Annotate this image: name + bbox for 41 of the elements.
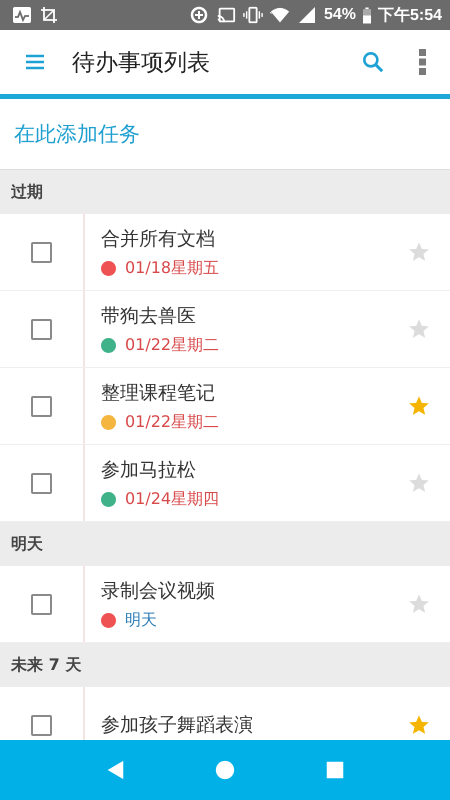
home-icon[interactable] [214,759,236,781]
data-saver-icon [188,5,209,25]
task-title: 带狗去兽医 [101,304,197,328]
star-icon[interactable] [408,318,430,340]
task-title: 合并所有文档 [101,226,216,252]
section-header: 明天 [0,522,450,566]
star-icon[interactable] [408,395,430,417]
star-icon[interactable] [408,714,430,736]
checkbox[interactable] [31,396,52,416]
checkbox[interactable] [31,714,52,736]
task-title: 整理课程笔记 [101,380,216,406]
checkbox[interactable] [31,472,52,494]
checkbox[interactable] [31,318,52,340]
section-header: 未来 7 天 [0,643,450,687]
activity-icon [12,5,32,25]
task-title: 参加马拉松 [101,458,197,482]
vibrate-icon [242,5,263,25]
due-date: 01/24星期四 [125,488,220,510]
due-date: 明天 [125,610,157,630]
search-icon[interactable] [360,49,386,75]
checkbox[interactable] [31,242,52,262]
battery-percent: 54% [324,6,356,24]
due-date: 01/22星期二 [125,412,220,432]
star-icon[interactable] [408,241,430,263]
due-date: 01/22星期二 [125,334,220,356]
task-title: 参加孩子舞蹈表演 [101,713,254,738]
cast-icon [216,5,236,25]
battery-icon [362,6,371,24]
wifi-icon [270,5,290,25]
star-icon[interactable] [408,472,430,494]
crop-icon [39,5,59,25]
recents-icon[interactable] [324,759,346,781]
checkbox[interactable] [31,594,52,614]
due-date: 01/18星期五 [125,258,220,278]
signal-icon [296,5,317,25]
app-title: 待办事项列表 [72,48,211,78]
star-icon[interactable] [408,593,430,615]
task-title: 录制会议视频 [101,578,216,604]
section-header: 过期 [0,170,450,214]
status-time: 下午5:54 [378,6,442,26]
more-icon[interactable] [419,49,427,75]
